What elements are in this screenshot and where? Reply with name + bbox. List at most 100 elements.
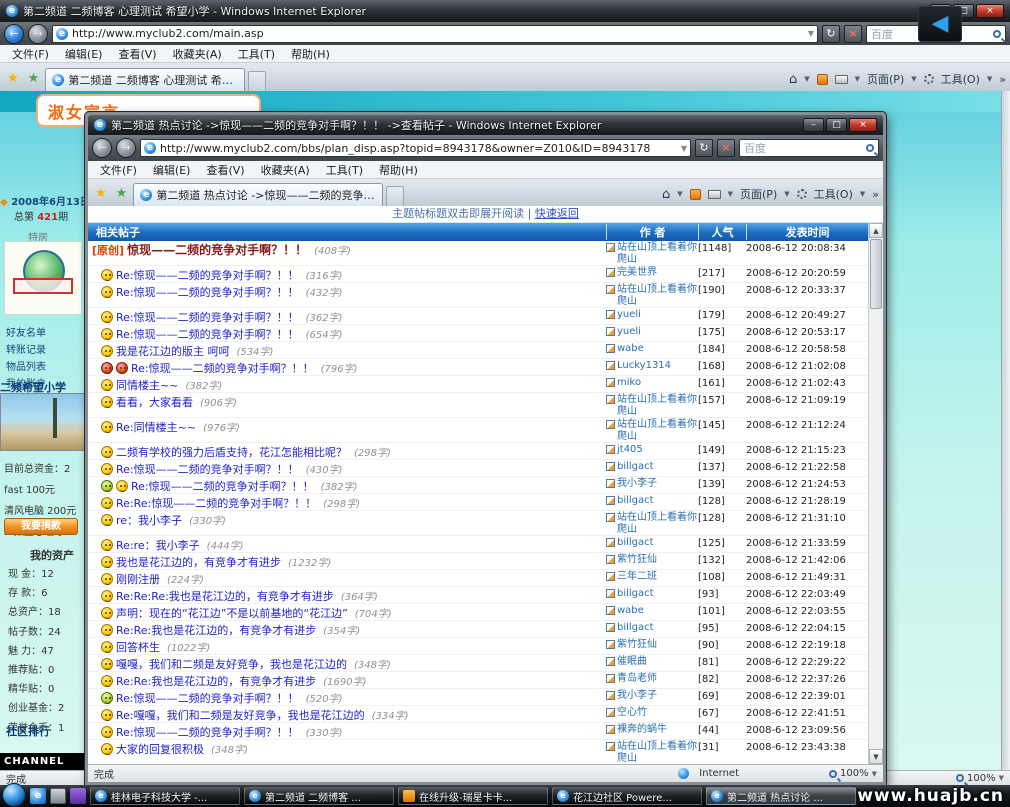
message-icon[interactable] [606, 479, 615, 488]
taskbar-button[interactable]: e桂林电子科技大学 -... [90, 787, 240, 805]
sidebar-link[interactable]: 物品列表 [0, 357, 85, 374]
page-dropdown-icon[interactable]: ▼ [784, 190, 789, 198]
message-icon[interactable] [606, 496, 615, 505]
page-menu-button[interactable]: 页面(P) [740, 186, 777, 202]
close-button[interactable]: × [976, 4, 1004, 18]
post-author-link[interactable]: yueli [617, 326, 641, 338]
message-icon[interactable] [606, 361, 615, 370]
menu-item[interactable]: 帮助(H) [371, 162, 426, 178]
post-title-link[interactable]: Re:re：我小李子 [116, 537, 200, 553]
table-row[interactable]: Re:惊现——二频的竞争对手啊？！！(520字)我小李子[69]2008-6-1… [88, 689, 868, 706]
message-icon[interactable] [606, 606, 615, 615]
tools-dropdown-icon[interactable]: ▼ [860, 190, 865, 198]
message-icon[interactable] [606, 589, 615, 598]
table-row[interactable]: Re:惊现——二频的竞争对手啊？！！(654字)yueli[175]2008-6… [88, 325, 868, 342]
message-icon[interactable] [606, 538, 615, 547]
table-row[interactable]: Re:Re:我也是花江边的，有竞争才有进步(354字)billgact[95]2… [88, 621, 868, 638]
outer-titlebar[interactable]: e 第二频道 二频博客 心理测试 希望小学 - Windows Internet… [0, 0, 1010, 22]
outer-zoom-control[interactable]: 100% ▼ [956, 773, 1004, 784]
popup-search-box[interactable]: 百度 [739, 139, 879, 157]
table-row[interactable]: Re:惊现——二频的竞争对手啊？！！(430字)billgact[137]200… [88, 460, 868, 477]
post-title-link[interactable]: Re:嘎嘎，我们和二频是友好竞争，我也是花江边的 [116, 707, 365, 723]
message-icon[interactable] [606, 395, 615, 404]
scrollbar-thumb[interactable] [870, 239, 882, 309]
message-icon[interactable] [606, 555, 615, 564]
message-icon[interactable] [606, 572, 615, 581]
table-row[interactable]: Re:Re:我也是花江边的，有竞争才有进步(1690字)青岛老师[82]2008… [88, 672, 868, 689]
message-icon[interactable] [606, 742, 615, 751]
taskbar-button[interactable]: e第二频道 热点讨论 ... [706, 787, 856, 805]
taskbar-button[interactable]: 在线升级-瑞星卡卡... [398, 787, 548, 805]
menu-item[interactable]: 帮助(H) [283, 46, 338, 62]
scroll-up-arrow[interactable]: ▲ [869, 223, 883, 238]
blue-arrow-overlay-icon[interactable]: ◀ [918, 6, 962, 42]
donate-button[interactable]: 我要捐款 [4, 518, 78, 535]
popup-scrollbar[interactable]: ▲ ▼ [868, 223, 883, 764]
post-title-link[interactable]: Re:惊现——二频的竞争对手啊？！！ [116, 724, 299, 740]
post-title-link[interactable]: 看看，大家看看 [116, 394, 193, 410]
message-icon[interactable] [606, 420, 615, 429]
post-author-link[interactable]: 站在山顶上看着你爬山 [617, 512, 698, 536]
message-icon[interactable] [606, 708, 615, 717]
menu-item[interactable]: 文件(F) [4, 46, 57, 62]
table-row[interactable]: 声明：现在的“花江边”不是以前基地的“花江边”(704字)wabe[101]20… [88, 604, 868, 621]
refresh-button[interactable]: ↻ [822, 25, 840, 43]
new-tab-stub[interactable] [386, 186, 404, 206]
table-row[interactable]: Re:惊现——二频的竞争对手啊？！！(382字)我小李子[139]2008-6-… [88, 477, 868, 494]
menu-item[interactable]: 编辑(E) [145, 162, 199, 178]
post-title-link[interactable]: re：我小李子 [116, 512, 182, 528]
post-title-link[interactable]: Re:惊现——二频的竞争对手啊？！！ [116, 326, 299, 342]
post-title-link[interactable]: Re:Re:我也是花江边的，有竞争才有进步 [116, 622, 316, 638]
post-title-link[interactable]: 我是花江边的版主 呵呵 [116, 343, 230, 359]
taskbar-button[interactable]: e花江边社区 Powere... [552, 787, 702, 805]
post-title-link[interactable]: Re:同情楼主~~ [116, 419, 196, 435]
message-icon[interactable] [606, 344, 615, 353]
table-row[interactable]: re：我小李子(330字)站在山顶上看着你爬山[128]2008-6-12 21… [88, 511, 868, 536]
print-dropdown-icon[interactable]: ▼ [855, 75, 860, 83]
new-tab-stub[interactable] [248, 71, 266, 91]
menu-item[interactable]: 查看(V) [110, 46, 164, 62]
post-author-link[interactable]: wabe [617, 605, 644, 617]
popup-address-field[interactable]: e http://www.myclub2.com/bbs/plan_disp.a… [140, 139, 691, 157]
message-icon[interactable] [606, 640, 615, 649]
menu-item[interactable]: 查看(V) [198, 162, 252, 178]
quick-return-link[interactable]: 快速返回 [535, 207, 579, 220]
start-button[interactable] [2, 783, 26, 807]
print-icon[interactable] [835, 75, 848, 84]
sidebar-link[interactable]: 好友名单 [0, 323, 85, 340]
message-icon[interactable] [606, 268, 615, 277]
popup-maximize-button[interactable]: □ [826, 118, 847, 132]
print-icon[interactable] [708, 190, 721, 199]
table-row[interactable]: Re:Re:Re:我也是花江边的，有竞争才有进步(364字)billgact[9… [88, 587, 868, 604]
post-title-link[interactable]: Re:惊现——二频的竞争对手啊？！！ [116, 461, 299, 477]
add-favorite-icon[interactable]: ★ [113, 182, 131, 206]
menu-item[interactable]: 工具(T) [318, 162, 371, 178]
post-author-link[interactable]: billgact [617, 461, 654, 473]
post-title-link[interactable]: 声明：现在的“花江边”不是以前基地的“花江边” [116, 605, 348, 621]
post-title-link[interactable]: Re:惊现——二频的竞争对手啊？！！ [116, 284, 299, 300]
table-row[interactable]: [原创]惊现——二频的竞争对手啊？！！(408字)站在山顶上看着你爬山[1148… [88, 241, 868, 266]
menu-item[interactable]: 收藏夹(A) [165, 46, 230, 62]
tools-menu-button[interactable]: 工具(O) [941, 71, 980, 87]
message-icon[interactable] [606, 691, 615, 700]
post-author-link[interactable]: billgact [617, 495, 654, 507]
table-row[interactable]: Re:同情楼主~~(976字)站在山顶上看着你爬山[145]2008-6-12 … [88, 418, 868, 443]
post-author-link[interactable]: 裸奔的蜗牛 [617, 724, 667, 736]
sidebar-link[interactable]: 转账记录 [0, 340, 85, 357]
post-author-link[interactable]: 站在山顶上看着你爬山 [617, 741, 698, 764]
outer-address-field[interactable]: e http://www.myclub2.com/main.asp ▼ [52, 25, 818, 43]
zoom-dropdown-icon[interactable]: ▼ [872, 770, 877, 778]
post-author-link[interactable]: jt405 [617, 444, 643, 456]
post-title-link[interactable]: Re:惊现——二频的竞争对手啊？！！ [131, 360, 314, 376]
message-icon[interactable] [606, 378, 615, 387]
message-icon[interactable] [606, 674, 615, 683]
print-dropdown-icon[interactable]: ▼ [728, 190, 733, 198]
popup-refresh-button[interactable]: ↻ [695, 139, 713, 157]
table-row[interactable]: Re:惊现——二频的竞争对手啊？！！(432字)站在山顶上看着你爬山[190]2… [88, 283, 868, 308]
home-dropdown-icon[interactable]: ▼ [804, 75, 809, 83]
post-author-link[interactable]: 紫竹狂仙 [617, 639, 657, 651]
stop-button[interactable]: × [844, 25, 862, 43]
table-row[interactable]: 我是花江边的版主 呵呵(534字)wabe[184]2008-6-12 20:5… [88, 342, 868, 359]
post-title-link[interactable]: 惊现——二频的竞争对手啊？！！ [127, 241, 307, 258]
table-row[interactable]: Re:re：我小李子(444字)billgact[125]2008-6-12 2… [88, 536, 868, 553]
